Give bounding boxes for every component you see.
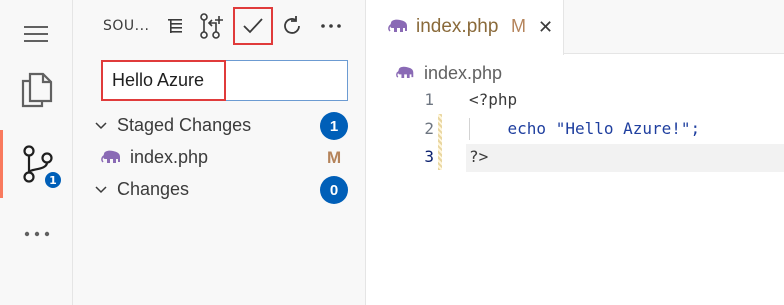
tab-modified-indicator: M <box>511 16 526 36</box>
staged-file-status: M <box>327 148 342 167</box>
tab-label: index.php <box>416 16 499 37</box>
scm-badge: 1 <box>43 170 63 190</box>
create-pull-request-icon[interactable] <box>196 11 226 41</box>
staged-file-row[interactable]: index.php M <box>73 142 366 174</box>
modified-lines-gutter <box>438 114 442 170</box>
changes-label: Changes <box>117 179 190 199</box>
source-control-panel: SOU... Hello Azure Staged Changes 1 inde… <box>73 0 366 305</box>
staged-count-badge: 1 <box>320 112 348 140</box>
code-line[interactable]: <?php <box>469 90 517 109</box>
explorer-icon[interactable] <box>0 62 73 118</box>
chevron-down-icon <box>95 186 107 194</box>
php-elephant-icon <box>101 150 120 163</box>
changes-count-badge: 0 <box>320 176 348 204</box>
commit-button-highlight <box>233 7 273 45</box>
activity-bar: 1 <box>0 0 73 305</box>
line-number: 1 <box>424 90 434 109</box>
changes-group[interactable]: Changes 0 <box>73 174 366 206</box>
commit-message-input[interactable]: Hello Azure <box>101 60 348 101</box>
close-icon[interactable]: ✕ <box>538 17 553 38</box>
code-line[interactable]: ?> <box>469 147 488 166</box>
refresh-icon[interactable] <box>277 11 307 41</box>
breadcrumb-file: index.php <box>424 62 503 83</box>
editor-area: index.php M ✕ index.php 1 <?php 2 echo "… <box>366 0 784 305</box>
line-number: 2 <box>424 119 434 138</box>
staged-changes-group[interactable]: Staged Changes 1 <box>73 110 366 142</box>
more-icon[interactable] <box>0 206 73 262</box>
staged-file-name: index.php <box>130 147 209 167</box>
chevron-down-icon <box>95 122 107 130</box>
source-control-icon[interactable]: 1 <box>0 130 73 198</box>
scm-header: SOU... <box>73 0 366 54</box>
more-actions-icon[interactable] <box>316 11 346 41</box>
php-elephant-icon <box>388 19 407 32</box>
line-number: 3 <box>424 147 434 166</box>
code-line[interactable]: echo "Hello Azure!"; <box>469 119 701 138</box>
php-elephant-icon <box>396 66 414 78</box>
view-as-tree-icon[interactable] <box>160 11 190 41</box>
tab-bar: index.php M ✕ <box>366 0 784 55</box>
current-line-highlight <box>466 144 784 172</box>
tab-index-php[interactable]: index.php M ✕ <box>366 0 564 55</box>
breadcrumb[interactable]: index.php <box>396 61 502 85</box>
scm-title: SOU... <box>103 18 150 34</box>
staged-changes-label: Staged Changes <box>117 115 252 135</box>
menu-icon[interactable] <box>0 6 73 62</box>
